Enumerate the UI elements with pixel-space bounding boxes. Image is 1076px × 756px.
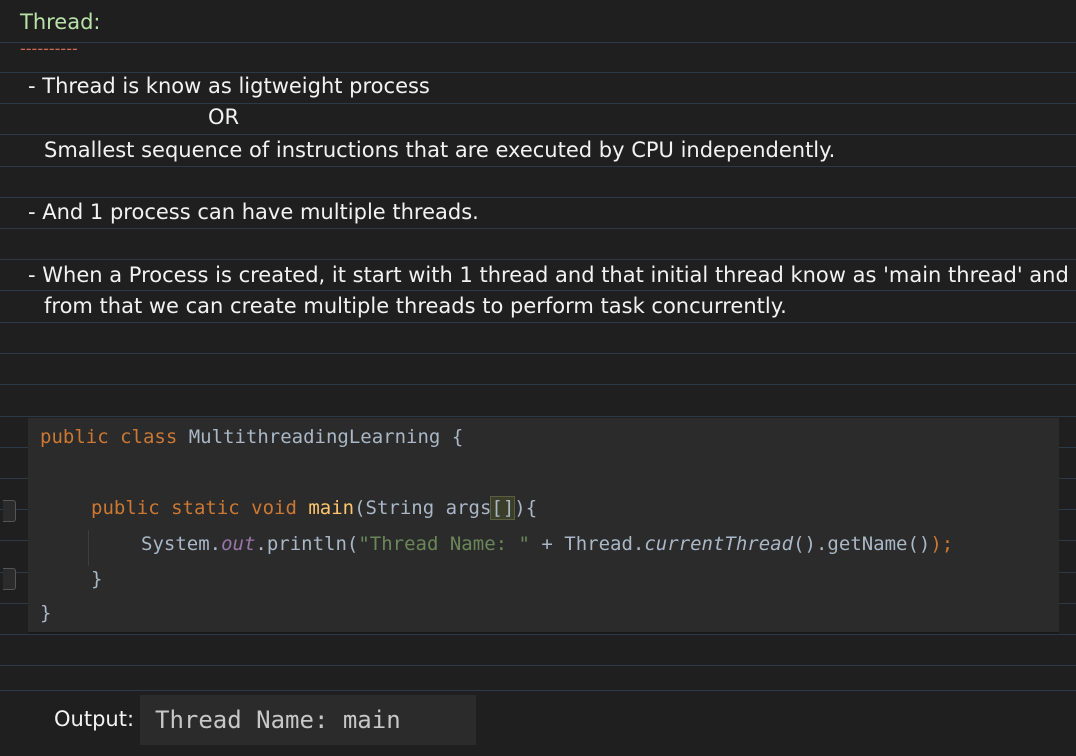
- ruled-line: [0, 384, 1076, 385]
- ruled-line: [0, 259, 1076, 260]
- code-semicolon: );: [930, 533, 954, 555]
- code-keyword: public static void: [91, 497, 309, 519]
- title-underline: ----------: [20, 39, 78, 58]
- code-line-class-declaration: public class MultithreadingLearning {: [40, 425, 463, 449]
- ruled-line: [0, 322, 1076, 323]
- ruled-line: [0, 416, 1076, 417]
- code-static-method: currentThread: [644, 533, 794, 555]
- ruled-line: [0, 197, 1076, 198]
- output-label: Output:: [54, 707, 135, 731]
- fold-marker-icon[interactable]: [3, 500, 16, 522]
- code-line-class-close: }: [40, 602, 52, 624]
- ruled-line: [0, 42, 1076, 43]
- notes-page: Thread: ---------- - Thread is know as l…: [0, 0, 1076, 756]
- ruled-line: [0, 166, 1076, 167]
- ruled-line: [0, 665, 1076, 666]
- ruled-line: [0, 103, 1076, 104]
- ruled-line: [0, 290, 1076, 291]
- ruled-line: [0, 228, 1076, 229]
- code-line-println: System.out.println("Thread Name: " + Thr…: [141, 532, 953, 556]
- code-block: [28, 418, 1059, 634]
- bullet-smallest-sequence: Smallest sequence of instructions that a…: [44, 138, 836, 162]
- code-println: .println(: [255, 533, 359, 555]
- fold-marker-icon[interactable]: [3, 568, 16, 590]
- ruled-line: [0, 634, 1076, 635]
- ruled-line: [0, 134, 1076, 135]
- or-separator: OR: [208, 105, 240, 129]
- code-params: (String args: [354, 497, 492, 519]
- page-title: Thread:: [20, 10, 101, 34]
- code-line-main-method: public static void main(String args[]){: [91, 496, 537, 520]
- code-method-name: main: [308, 497, 355, 519]
- code-class-name: MultithreadingLearning {: [188, 426, 464, 448]
- code-system: System.: [141, 533, 222, 555]
- indent-guide: [88, 530, 89, 566]
- code-string-literal: "Thread Name: ": [358, 533, 530, 555]
- bullet-lightweight-process: - Thread is know as ligtweight process: [28, 74, 430, 98]
- code-keyword: public class: [40, 426, 189, 448]
- code-params-close: ){: [514, 497, 538, 519]
- output-value: Thread Name: main: [155, 706, 401, 734]
- ruled-line: [0, 353, 1076, 354]
- code-static-field: out: [221, 533, 256, 555]
- code-bracket-highlight: []: [490, 496, 516, 520]
- bullet-main-thread-line2: from that we can create multiple threads…: [44, 294, 787, 318]
- bullet-main-thread-line1: - When a Process is created, it start wi…: [28, 263, 1069, 287]
- code-line-method-close: }: [91, 568, 103, 590]
- code-thread-call: + Thread.: [529, 533, 645, 555]
- code-getname: ().getName(): [793, 533, 931, 555]
- bullet-multiple-threads: - And 1 process can have multiple thread…: [28, 200, 479, 224]
- ruled-line: [0, 690, 1076, 691]
